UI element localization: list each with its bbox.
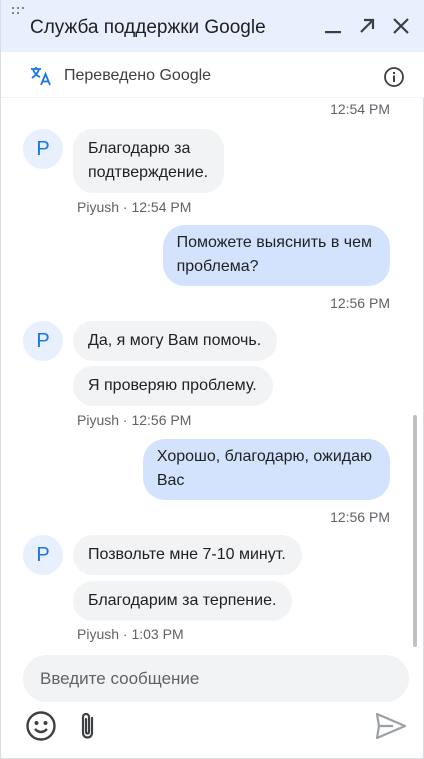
translate-icon [31,67,51,86]
avatar: P [23,535,63,575]
open-in-new-icon [360,18,375,33]
attach-button[interactable] [77,710,99,742]
send-button[interactable] [375,712,407,740]
minimize-button[interactable] [322,15,344,37]
info-icon[interactable] [383,66,405,88]
scrollbar[interactable] [413,415,417,647]
emoji-button[interactable] [25,710,57,742]
agent-message: Благодарим за терпение. [73,581,293,621]
minimize-icon [325,31,341,34]
avatar: P [23,129,63,169]
avatar: P [23,321,63,361]
chat-title: Служба поддержки Google [30,17,266,38]
message-timestamp: 12:56 PM [330,295,390,311]
agent-message: Я проверяю проблему. [73,366,273,406]
translation-label: Переведено Google [64,67,212,84]
chat-header: Служба поддержки Google [1,0,424,52]
agent-message: Благодарю за подтверждение. [73,129,225,193]
message-timestamp: 12:56 PM [330,509,390,525]
message-composer[interactable] [23,655,409,702]
translation-bar: Переведено Google [1,52,424,98]
support-chat-window: Служба поддержки Google Переведено Googl… [0,0,424,759]
agent-message: Позвольте мне 7-10 минут. [73,535,302,575]
message-sender-meta: Piyush · 1:03 PM [77,626,184,642]
message-sender-meta: Piyush · 12:54 PM [77,199,192,215]
drag-handle-icon[interactable] [12,7,26,17]
popout-button[interactable] [356,15,378,37]
message-sender-meta: Piyush · 12:56 PM [77,412,192,428]
close-button[interactable] [390,15,412,37]
emoji-icon [26,711,56,741]
close-icon [393,18,409,34]
attach-icon [81,712,94,739]
message-input[interactable] [40,655,390,702]
send-icon [375,712,407,740]
message-timestamp: 12:54 PM [330,101,390,117]
user-message: Поможете выяснить в чем проблема? [162,225,390,286]
agent-message: Да, я могу Вам помочь. [73,321,278,361]
user-message: Хорошо, благодарю, ожидаю Вас [142,439,390,500]
